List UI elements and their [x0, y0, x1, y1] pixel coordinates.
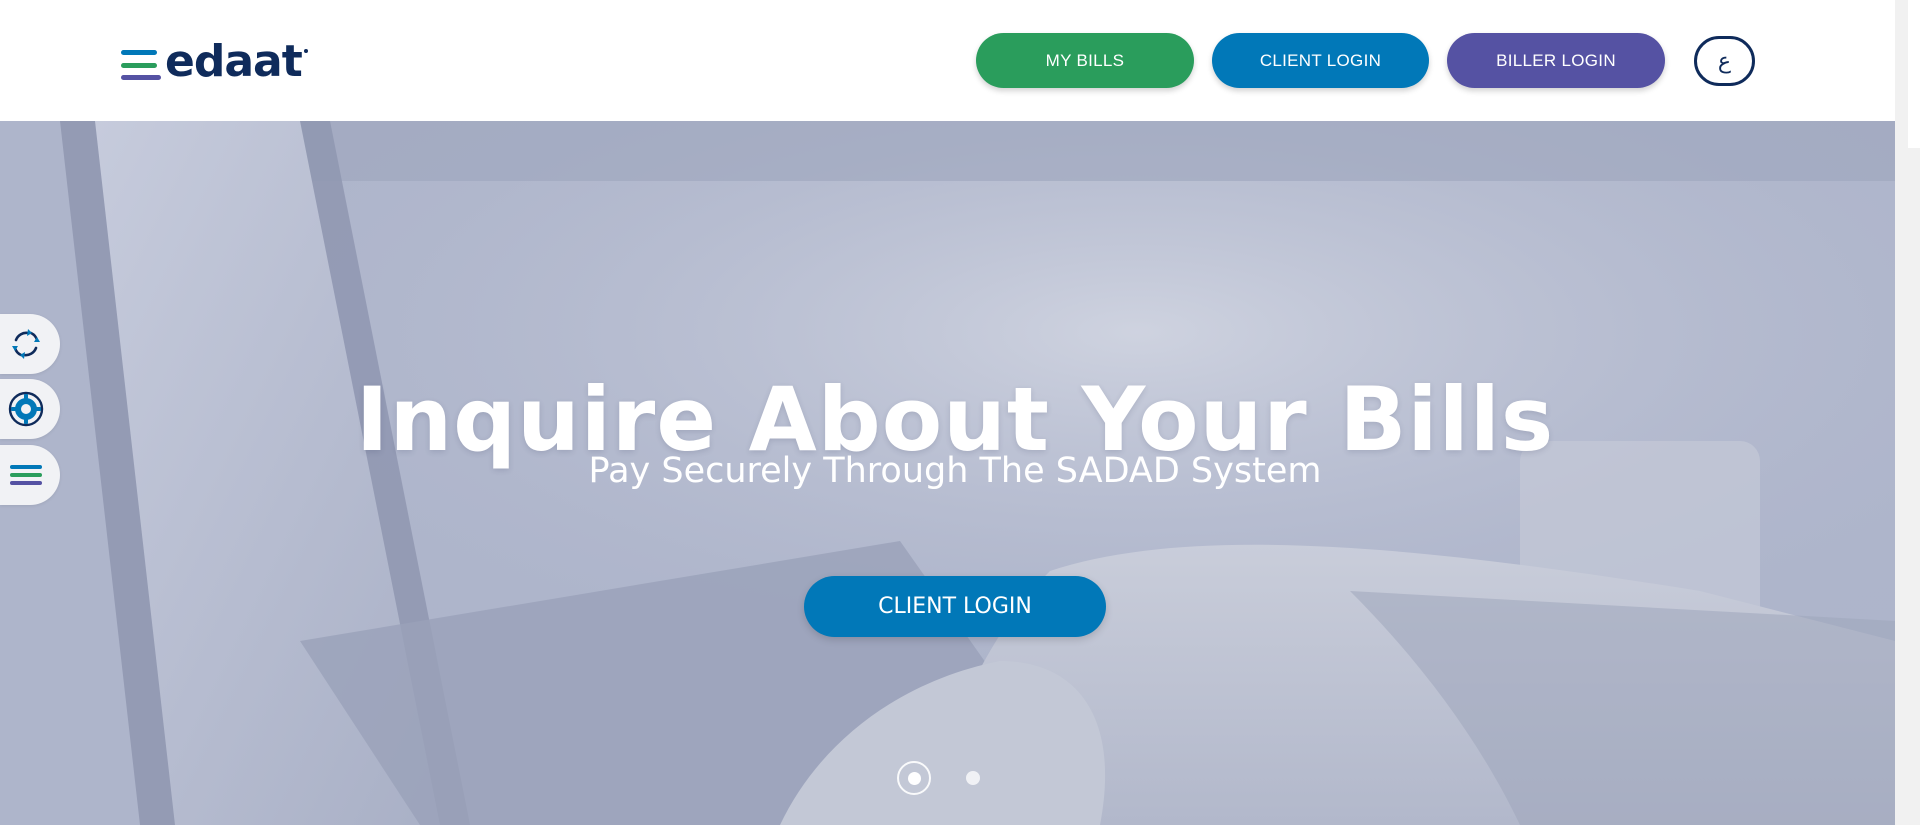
refresh-widget-button[interactable] — [0, 314, 60, 374]
language-toggle-button[interactable]: ع — [1694, 36, 1755, 86]
settings-widget-button[interactable] — [0, 379, 60, 439]
hero-client-login-button[interactable]: CLIENT LOGIN — [804, 576, 1106, 637]
page: edaat MY BILLS CLIENT LOGIN BILLER LOGIN… — [0, 0, 1920, 825]
biller-login-button[interactable]: BILLER LOGIN — [1447, 33, 1665, 88]
menu-widget-button[interactable] — [0, 445, 60, 505]
site-header: edaat MY BILLS CLIENT LOGIN BILLER LOGIN… — [0, 0, 1895, 121]
refresh-arrows-icon — [12, 329, 40, 359]
edaat-menu-icon — [10, 465, 42, 485]
logo-bars-icon — [121, 50, 161, 80]
slider-dot-2[interactable] — [966, 771, 980, 785]
client-login-button[interactable]: CLIENT LOGIN — [1212, 33, 1429, 88]
my-bills-button[interactable]: MY BILLS — [976, 33, 1194, 88]
logo-dot — [303, 49, 308, 53]
page-scrollbar[interactable] — [1895, 0, 1920, 825]
hero-subtitle: Pay Securely Through The SADAD System — [588, 451, 1322, 491]
hero-slider: Inquire About Your Bills Pay Securely Th… — [0, 121, 1895, 825]
logo-text: edaat — [165, 36, 303, 87]
settings-gear-icon — [8, 391, 44, 427]
scrollbar-thumb[interactable] — [1908, 0, 1920, 148]
slider-dot-1[interactable] — [897, 761, 931, 795]
edaat-logo[interactable]: edaat — [121, 40, 308, 84]
slider-dot-active-indicator — [907, 771, 921, 785]
